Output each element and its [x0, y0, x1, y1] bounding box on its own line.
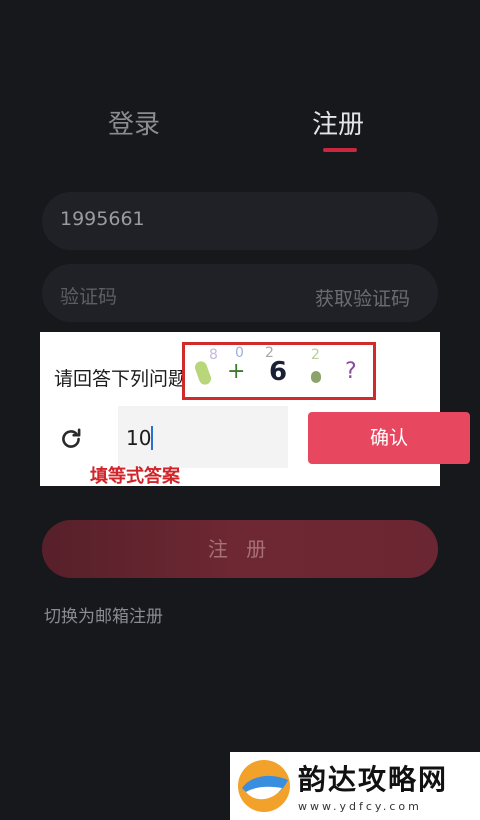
captcha-noise-shape: [311, 371, 321, 383]
captcha-main-digit: 6: [269, 357, 288, 387]
verification-code-field[interactable]: 验证码 获取验证码: [42, 264, 438, 322]
text-caret: [151, 426, 153, 450]
captcha-answer-input[interactable]: 10: [118, 406, 288, 468]
captcha-question: 请回答下列问题: [54, 368, 188, 390]
register-button[interactable]: 注 册: [42, 520, 438, 578]
captcha-question-symbol: ?: [345, 359, 357, 384]
annotation-text: 填等式答案: [90, 466, 180, 487]
captcha-dialog: 请回答下列问题 8 0 2 2 + 6 ? 10 确认 填等式答案: [40, 332, 470, 487]
tab-login[interactable]: 登录: [108, 104, 160, 141]
captcha-answer-value: 10: [126, 426, 152, 450]
watermark: 韵达攻略网 www.ydfcy.com: [230, 752, 480, 820]
watermark-title: 韵达攻略网: [298, 763, 449, 796]
refresh-icon[interactable]: [58, 426, 84, 452]
captcha-noise-digit: 8: [209, 347, 218, 363]
phone-value: 1995661: [60, 208, 145, 230]
watermark-url: www.ydfcy.com: [298, 800, 422, 813]
confirm-button[interactable]: 确认: [308, 412, 470, 464]
captcha-noise-shape: [193, 359, 213, 387]
captcha-plus-symbol: +: [227, 359, 246, 384]
switch-to-email-link[interactable]: 切换为邮箱注册: [44, 602, 163, 627]
watermark-logo-icon: [238, 760, 290, 812]
captcha-image: 8 0 2 2 + 6 ?: [182, 342, 376, 400]
get-code-button[interactable]: 获取验证码: [315, 284, 410, 311]
tab-register[interactable]: 注册: [312, 104, 364, 141]
captcha-noise-digit: 2: [311, 347, 320, 363]
tab-register-underline: [323, 148, 357, 152]
verification-code-placeholder: 验证码: [60, 286, 118, 308]
phone-field[interactable]: 1995661: [42, 192, 438, 250]
